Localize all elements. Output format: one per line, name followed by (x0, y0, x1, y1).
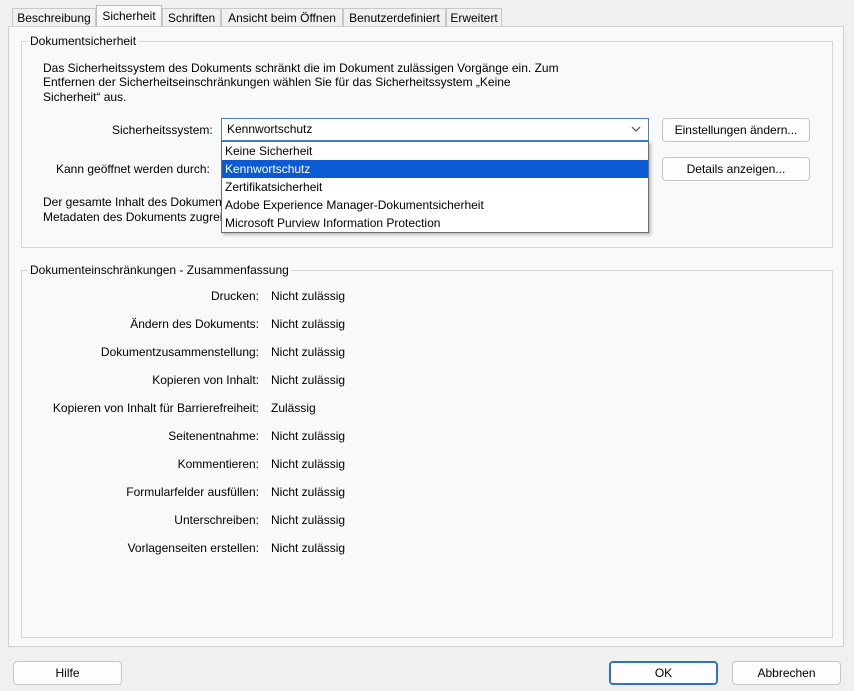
tab-ansicht-beim-oeffnen[interactable]: Ansicht beim Öffnen (221, 8, 343, 26)
dropdown-option-zertifikatsicherheit[interactable]: Zertifikatsicherheit (222, 178, 648, 196)
show-details-button[interactable]: Details anzeigen... (662, 157, 810, 181)
ok-button[interactable]: OK (609, 661, 718, 685)
restriction-label: Unterschreiben: (174, 513, 259, 527)
restriction-label: Ändern des Dokuments: (130, 317, 259, 331)
restriction-label: Formularfelder ausfüllen: (126, 485, 259, 499)
restriction-label: Drucken: (210, 289, 259, 303)
security-system-label: Sicherheitssystem: (112, 123, 213, 137)
tab-schriften[interactable]: Schriften (162, 8, 221, 26)
security-group-title: Dokumentsicherheit (28, 34, 139, 48)
open-by-label: Kann geöffnet werden durch: (56, 162, 210, 176)
restriction-label: Vorlagenseiten erstellen: (127, 541, 259, 555)
restriction-value: Zulässig (271, 401, 316, 415)
restriction-value: Nicht zulässig (271, 485, 346, 499)
restriction-value: Nicht zulässig (271, 317, 346, 331)
chevron-down-icon[interactable] (630, 123, 642, 135)
tab-sicherheit[interactable]: Sicherheit (96, 5, 162, 27)
restriction-value: Nicht zulässig (271, 541, 346, 555)
dropdown-option-aem-dokumentsicherheit[interactable]: Adobe Experience Manager-Dokumentsicherh… (222, 196, 648, 214)
dropdown-option-microsoft-purview[interactable]: Microsoft Purview Information Protection (222, 214, 648, 232)
dropdown-option-kennwortschutz[interactable]: Kennwortschutz (222, 160, 648, 178)
tab-beschreibung[interactable]: Beschreibung (12, 8, 96, 26)
security-description-line-3: Sicherheit“ aus. (43, 90, 127, 104)
restriction-label: Kopieren von Inhalt: (152, 373, 259, 387)
restriction-label: Dokumentzusammenstellung: (100, 345, 259, 359)
security-system-value: Kennwortschutz (227, 122, 313, 136)
content-access-line-1: Der gesamte Inhalt des Dokument (43, 195, 226, 209)
restriction-value: Nicht zulässig (271, 345, 346, 359)
dropdown-option-keine-sicherheit[interactable]: Keine Sicherheit (222, 142, 648, 160)
restriction-label: Kommentieren: (177, 457, 259, 471)
security-system-dropdown: Keine Sicherheit Kennwortschutz Zertifik… (221, 141, 649, 233)
restriction-label: Kopieren von Inhalt für Barrierefreiheit… (52, 401, 259, 415)
tab-bar: Beschreibung Sicherheit Schriften Ansich… (0, 0, 854, 27)
change-settings-button[interactable]: Einstellungen ändern... (662, 118, 810, 142)
help-button[interactable]: Hilfe (13, 661, 122, 685)
restriction-value: Nicht zulässig (271, 289, 346, 303)
tab-benutzerdefiniert[interactable]: Benutzerdefiniert (343, 8, 446, 26)
security-description-line-2: Entfernen der Sicherheitseinschränkungen… (43, 75, 511, 89)
restriction-value: Nicht zulässig (271, 513, 346, 527)
security-system-combobox[interactable]: Kennwortschutz (221, 118, 649, 141)
restriction-label: Seitenentnahme: (168, 429, 259, 443)
tab-erweitert[interactable]: Erweitert (446, 8, 502, 26)
content-access-line-2: Metadaten des Dokuments zugrei (43, 210, 223, 224)
restriction-value: Nicht zulässig (271, 373, 346, 387)
restriction-value: Nicht zulässig (271, 457, 346, 471)
restrictions-group-title: Dokumenteinschränkungen - Zusammenfassun… (28, 263, 291, 277)
restriction-value: Nicht zulässig (271, 429, 346, 443)
cancel-button[interactable]: Abbrechen (732, 661, 841, 685)
